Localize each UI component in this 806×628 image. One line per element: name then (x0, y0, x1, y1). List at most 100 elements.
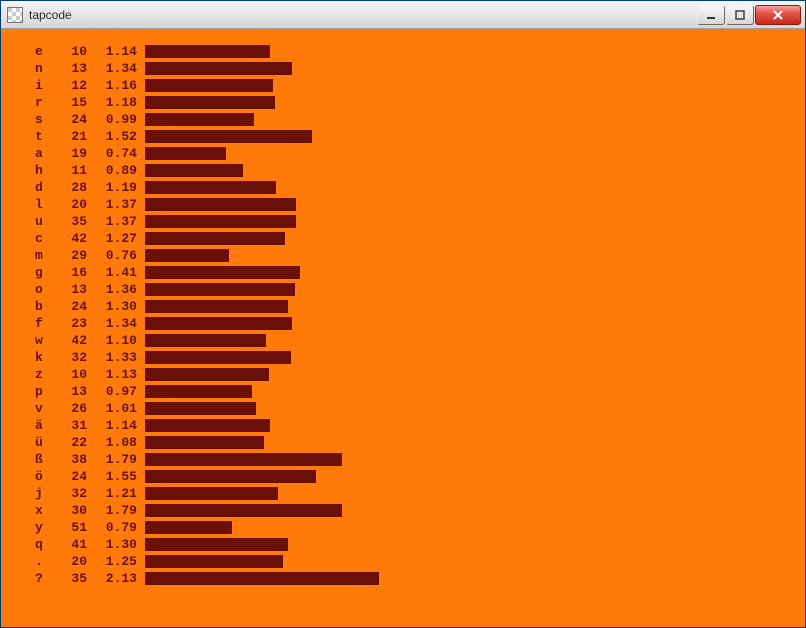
count-cell: 10 (39, 366, 87, 383)
table-row: ö241.55 (5, 468, 801, 485)
letter-cell: u (5, 213, 39, 230)
letter-cell: ? (5, 570, 39, 587)
value-cell: 0.79 (87, 519, 137, 536)
bar (145, 181, 276, 194)
bar (145, 572, 379, 585)
app-icon (7, 7, 23, 23)
close-button[interactable] (755, 5, 801, 25)
count-cell: 42 (39, 230, 87, 247)
letter-cell: y (5, 519, 39, 536)
bar (145, 198, 296, 211)
count-cell: 13 (39, 281, 87, 298)
letter-cell: v (5, 400, 39, 417)
value-cell: 1.25 (87, 553, 137, 570)
value-cell: 1.55 (87, 468, 137, 485)
count-cell: 24 (39, 298, 87, 315)
count-cell: 26 (39, 400, 87, 417)
count-cell: 11 (39, 162, 87, 179)
count-cell: 20 (39, 553, 87, 570)
table-row: e101.14 (5, 43, 801, 60)
letter-cell: w (5, 332, 39, 349)
value-cell: 1.34 (87, 60, 137, 77)
bar (145, 504, 342, 517)
count-cell: 41 (39, 536, 87, 553)
table-row: q411.30 (5, 536, 801, 553)
bar (145, 351, 291, 364)
bar (145, 487, 278, 500)
count-cell: 31 (39, 417, 87, 434)
letter-cell: g (5, 264, 39, 281)
table-row: f231.34 (5, 315, 801, 332)
titlebar[interactable]: tapcode (1, 1, 805, 29)
count-cell: 15 (39, 94, 87, 111)
count-cell: 38 (39, 451, 87, 468)
value-cell: 1.52 (87, 128, 137, 145)
letter-cell: c (5, 230, 39, 247)
letter-cell: f (5, 315, 39, 332)
bar (145, 436, 264, 449)
value-cell: 1.34 (87, 315, 137, 332)
letter-cell: r (5, 94, 39, 111)
letter-cell: t (5, 128, 39, 145)
value-cell: 1.18 (87, 94, 137, 111)
value-cell: 1.13 (87, 366, 137, 383)
bar (145, 147, 226, 160)
table-row: k321.33 (5, 349, 801, 366)
bar (145, 249, 229, 262)
table-row: n131.34 (5, 60, 801, 77)
table-row: l201.37 (5, 196, 801, 213)
count-cell: 35 (39, 570, 87, 587)
table-row: h110.89 (5, 162, 801, 179)
letter-cell: ä (5, 417, 39, 434)
app-window: tapcode e101.14n131.34i121.16r151.18s240… (0, 0, 806, 628)
value-cell: 1.37 (87, 196, 137, 213)
count-cell: 13 (39, 383, 87, 400)
table-row: x301.79 (5, 502, 801, 519)
table-row: w421.10 (5, 332, 801, 349)
bar (145, 96, 275, 109)
count-cell: 12 (39, 77, 87, 94)
value-cell: 1.27 (87, 230, 137, 247)
value-cell: 1.14 (87, 417, 137, 434)
table-row: o131.36 (5, 281, 801, 298)
count-cell: 22 (39, 434, 87, 451)
table-row: .201.25 (5, 553, 801, 570)
count-cell: 32 (39, 485, 87, 502)
letter-cell: x (5, 502, 39, 519)
table-row: s240.99 (5, 111, 801, 128)
bar (145, 45, 270, 58)
table-row: c421.27 (5, 230, 801, 247)
value-cell: 1.37 (87, 213, 137, 230)
letter-cell: q (5, 536, 39, 553)
table-row: r151.18 (5, 94, 801, 111)
value-cell: 1.19 (87, 179, 137, 196)
table-row: a190.74 (5, 145, 801, 162)
table-row: m290.76 (5, 247, 801, 264)
count-cell: 24 (39, 468, 87, 485)
maximize-button[interactable] (726, 5, 754, 25)
letter-cell: m (5, 247, 39, 264)
count-cell: 23 (39, 315, 87, 332)
table-row: g161.41 (5, 264, 801, 281)
bar (145, 79, 273, 92)
table-row: i121.16 (5, 77, 801, 94)
bar (145, 266, 300, 279)
count-cell: 19 (39, 145, 87, 162)
minimize-button[interactable] (697, 5, 725, 25)
bar (145, 113, 254, 126)
count-cell: 13 (39, 60, 87, 77)
minimize-icon (706, 10, 716, 20)
table-row: y510.79 (5, 519, 801, 536)
value-cell: 1.36 (87, 281, 137, 298)
letter-cell: l (5, 196, 39, 213)
value-cell: 1.01 (87, 400, 137, 417)
window-title: tapcode (29, 8, 697, 22)
value-cell: 2.13 (87, 570, 137, 587)
count-cell: 30 (39, 502, 87, 519)
value-cell: 1.33 (87, 349, 137, 366)
bar (145, 300, 288, 313)
count-cell: 20 (39, 196, 87, 213)
close-icon (772, 9, 784, 21)
value-cell: 1.41 (87, 264, 137, 281)
bar (145, 334, 266, 347)
